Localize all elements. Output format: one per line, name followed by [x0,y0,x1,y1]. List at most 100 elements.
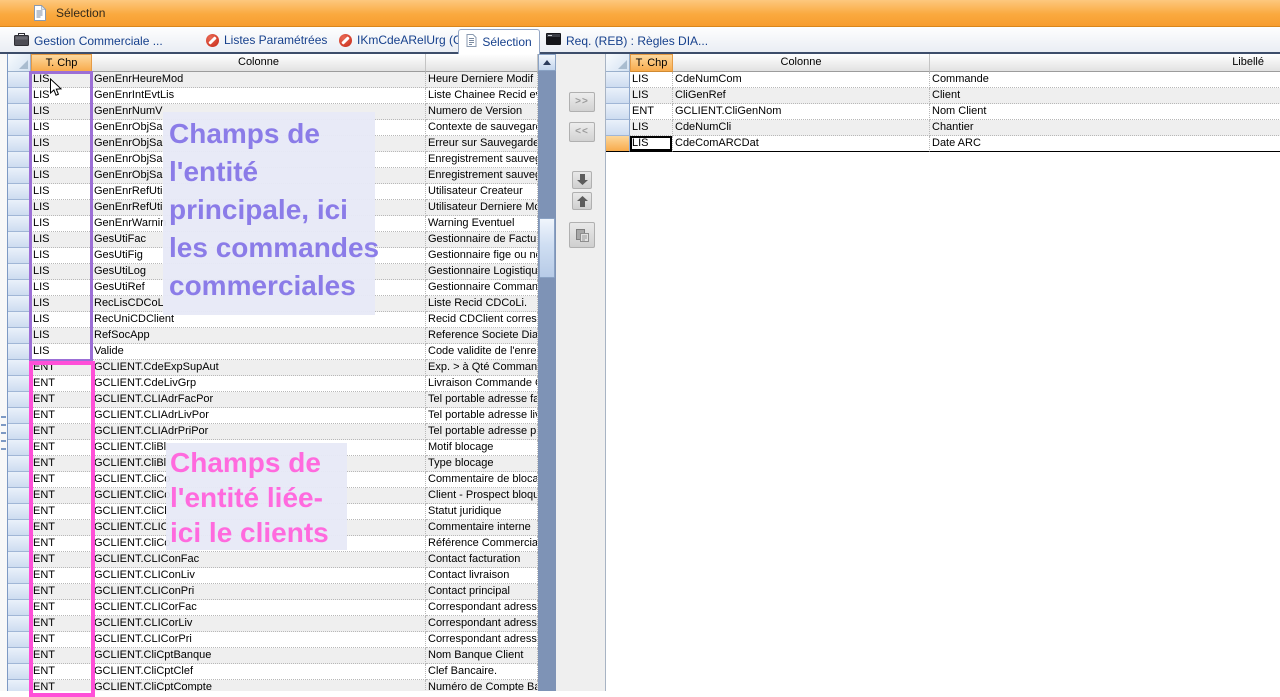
libelle-cell[interactable]: Gestionnaire fige ou nor [426,248,538,264]
move-right-button[interactable]: >> [569,92,595,112]
tchp-cell[interactable]: LIS [31,136,92,152]
copy-button[interactable] [569,222,595,248]
table-row[interactable]: ENTGCLIENT.CdeExpSupAutExp. > à Qté Comm… [8,360,538,376]
table-row[interactable]: LISRecUniCDClientRecid CDClient correspo [8,312,538,328]
row-header-cell[interactable] [8,216,31,232]
row-header-cell[interactable] [8,344,31,360]
tchp-cell[interactable]: ENT [31,440,92,456]
row-header-cell[interactable] [8,424,31,440]
table-row[interactable]: LISRefSocAppReference Societe Diap [8,328,538,344]
libelle-cell[interactable]: Exp. > à Qté Commandé [426,360,538,376]
libelle-cell[interactable]: Chantier [930,120,1280,136]
libelle-cell[interactable]: Reference Societe Diap [426,328,538,344]
colonne-cell[interactable]: GenEnrRefUti [92,184,426,200]
colonne-cell[interactable]: GCLIENT.CliCptClef [92,664,426,680]
tab-listes-parametrees[interactable]: Listes Paramétrées [206,33,327,47]
colonne-cell[interactable]: GCLIENT.CliCptBanque [92,648,426,664]
colonne-cell[interactable]: GenEnrObjSa [92,136,426,152]
libelle-cell[interactable]: Commentaire interne [426,520,538,536]
tchp-cell[interactable]: ENT [31,424,92,440]
libelle-cell[interactable]: Contact facturation [426,552,538,568]
move-up-button[interactable] [572,192,592,210]
colonne-cell[interactable]: GenEnrWarnin [92,216,426,232]
table-row[interactable]: LISGenEnrObjSaEnregistrement sauvega [8,152,538,168]
row-header-cell[interactable] [8,296,31,312]
libelle-cell[interactable]: Tel portable adresse livr [426,408,538,424]
panel-splitter[interactable] [0,54,8,691]
colonne-cell[interactable]: GCLIENT.CLICorPri [92,632,426,648]
colonne-cell[interactable]: CdeNumCli [673,120,930,136]
tchp-cell[interactable]: LIS [31,296,92,312]
tab-req-reb[interactable]: Req. (REB) : Règles DIA... [546,33,708,48]
row-header-cell[interactable] [8,328,31,344]
colonne-cell[interactable]: GCLIENT.CliBl [92,440,426,456]
table-row[interactable]: LISGenEnrObjSaContexte de sauvegarde [8,120,538,136]
column-header-colonne[interactable]: Colonne [673,54,930,72]
tchp-cell[interactable]: LIS [31,280,92,296]
colonne-cell[interactable]: RefSocApp [92,328,426,344]
tchp-cell[interactable]: ENT [31,504,92,520]
colonne-cell[interactable]: GCLIENT.CliCo [92,536,426,552]
tab-selection[interactable]: Sélection [458,29,540,54]
tchp-cell[interactable]: ENT [31,680,92,691]
table-row[interactable]: ENTGCLIENT.CliClStatut juridique [8,504,538,520]
row-header-cell[interactable] [8,376,31,392]
colonne-cell[interactable]: GCLIENT.CdeExpSupAut [92,360,426,376]
table-row[interactable]: ENTGCLIENT.CLIAdrLivPorTel portable adre… [8,408,538,424]
colonne-cell[interactable]: GCLIENT.CLIConPri [92,584,426,600]
tchp-cell[interactable]: LIS [630,120,673,136]
libelle-cell[interactable]: Contact livraison [426,568,538,584]
table-row[interactable]: LISGenEnrWarninWarning Eventuel [8,216,538,232]
libelle-cell[interactable]: Motif blocage [426,440,538,456]
libelle-cell[interactable]: Enregistrement sauvega [426,168,538,184]
libelle-cell[interactable]: Heure Derniere Modif [426,72,538,88]
row-header-cell[interactable] [606,88,630,104]
row-header-cell[interactable] [8,72,31,88]
colonne-cell[interactable]: Valide [92,344,426,360]
tchp-cell[interactable]: ENT [31,456,92,472]
row-header-cell[interactable] [8,408,31,424]
libelle-cell[interactable]: Nom Client [930,104,1280,120]
tchp-cell[interactable]: LIS [630,88,673,104]
libelle-cell[interactable]: Livraison Commande Gr [426,376,538,392]
colonne-cell[interactable]: GenEnrNumV [92,104,426,120]
tchp-cell[interactable]: LIS [31,328,92,344]
row-header-cell[interactable] [8,472,31,488]
tchp-cell[interactable]: ENT [31,392,92,408]
colonne-cell[interactable]: GCLIENT.CliCo [92,472,426,488]
tchp-cell[interactable]: ENT [31,616,92,632]
row-header-cell[interactable] [8,280,31,296]
row-header-cell[interactable] [8,136,31,152]
scrollbar-thumb[interactable] [539,218,555,278]
libelle-cell[interactable]: Correspondant adresse f [426,600,538,616]
table-row[interactable]: ENTGCLIENT.CliCoRéférence Commercial [8,536,538,552]
table-row[interactable]: ENTGCLIENT.CliGenNomNom Client [606,104,1280,120]
tchp-cell[interactable]: LIS [31,184,92,200]
tchp-cell[interactable]: LIS [31,152,92,168]
tchp-cell[interactable]: LIS [31,344,92,360]
tchp-cell[interactable]: ENT [31,552,92,568]
libelle-cell[interactable]: Type blocage [426,456,538,472]
libelle-cell[interactable]: Contexte de sauvegarde [426,120,538,136]
libelle-cell[interactable]: Commentaire de blocage [426,472,538,488]
colonne-cell[interactable]: GesUtiRef [92,280,426,296]
tchp-cell[interactable]: LIS [31,104,92,120]
table-row[interactable]: LISGenEnrObjSaEnregistrement sauvega [8,168,538,184]
table-row[interactable]: LISGenEnrHeureModHeure Derniere Modif [8,72,538,88]
colonne-cell[interactable]: GCLIENT.CLIConFac [92,552,426,568]
table-row[interactable]: ENTGCLIENT.CliCoCommentaire de blocage [8,472,538,488]
colonne-cell[interactable]: GesUtiLog [92,264,426,280]
colonne-cell[interactable]: GCLIENT.CliBl [92,456,426,472]
libelle-cell[interactable]: Commande [930,72,1280,88]
libelle-cell[interactable]: Date ARC [930,136,1280,152]
row-header-cell[interactable] [8,600,31,616]
tchp-cell[interactable]: ENT [31,584,92,600]
libelle-cell[interactable]: Gestionnaire de Factura [426,232,538,248]
colonne-cell[interactable]: GCLIENT.CliCptCompte [92,680,426,691]
tchp-cell[interactable]: LIS [630,72,673,88]
table-row[interactable]: LISGenEnrNumVNumero de Version [8,104,538,120]
table-row[interactable]: ENTGCLIENT.CLIConPriContact principal [8,584,538,600]
tchp-cell[interactable]: LIS [31,232,92,248]
libelle-cell[interactable]: Code validite de l'enregi [426,344,538,360]
tchp-cell[interactable]: ENT [630,104,673,120]
